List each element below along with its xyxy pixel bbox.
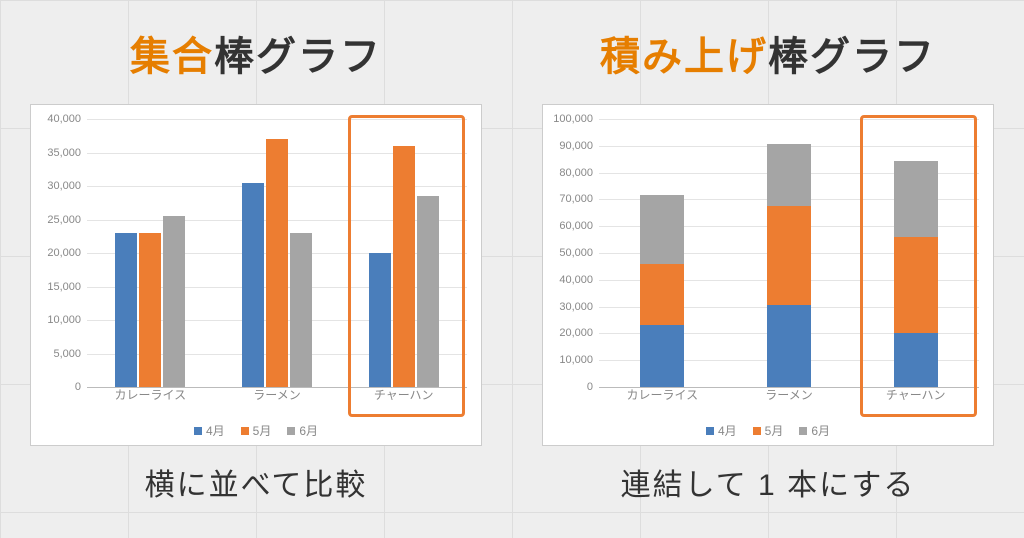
y-tick-label: 20,000 bbox=[543, 327, 593, 339]
clustered-bar-chart: 4月 5月 6月 0 5,000 10,000 15,000 20,000 25,000 3… bbox=[30, 104, 482, 446]
bar bbox=[115, 233, 137, 387]
left-title: 集合棒グラフ bbox=[130, 24, 382, 82]
right-title-plain: 棒グラフ bbox=[768, 35, 936, 79]
left-column: 集合棒グラフ 4月 5月 6月 0 5,000 10,000 15,000 20,000… bbox=[0, 0, 512, 504]
y-tick-label: 100,000 bbox=[543, 113, 593, 125]
legend-label-1: 4月 bbox=[718, 422, 737, 439]
bar bbox=[139, 233, 161, 387]
highlight-box bbox=[860, 115, 977, 417]
left-title-plain: 棒グラフ bbox=[214, 35, 382, 79]
bar-segment bbox=[767, 144, 811, 206]
legend-label-2: 5月 bbox=[253, 422, 272, 439]
left-caption: 横に並べて比較 bbox=[145, 460, 368, 504]
bar bbox=[290, 233, 312, 387]
bar-segment bbox=[640, 325, 684, 387]
legend-label-3: 6月 bbox=[811, 422, 830, 439]
bar bbox=[242, 183, 264, 387]
y-tick-label: 0 bbox=[543, 381, 593, 393]
bar-segment bbox=[640, 195, 684, 263]
right-title-accent: 積み上げ bbox=[600, 35, 768, 79]
legend-item-1: 4月 bbox=[706, 422, 737, 439]
y-tick-label: 50,000 bbox=[543, 247, 593, 259]
legend: 4月 5月 6月 bbox=[543, 422, 993, 439]
stacked-bar-chart: 4月 5月 6月 0 10,000 20,000 30,000 40,000 50,000… bbox=[542, 104, 994, 446]
y-tick-label: 70,000 bbox=[543, 193, 593, 205]
y-tick-label: 60,000 bbox=[543, 220, 593, 232]
y-tick-label: 15,000 bbox=[31, 281, 81, 293]
legend-swatch-1 bbox=[194, 427, 202, 435]
legend-label-1: 4月 bbox=[206, 422, 225, 439]
legend-item-3: 6月 bbox=[799, 422, 830, 439]
y-tick-label: 30,000 bbox=[31, 180, 81, 192]
legend-swatch-3 bbox=[799, 427, 807, 435]
y-tick-label: 40,000 bbox=[543, 274, 593, 286]
bar bbox=[266, 139, 288, 387]
legend-label-2: 5月 bbox=[765, 422, 784, 439]
y-tick-label: 10,000 bbox=[31, 314, 81, 326]
bar bbox=[163, 216, 185, 387]
legend-swatch-3 bbox=[287, 427, 295, 435]
legend-swatch-1 bbox=[706, 427, 714, 435]
y-tick-label: 35,000 bbox=[31, 147, 81, 159]
y-tick-label: 20,000 bbox=[31, 247, 81, 259]
legend-swatch-2 bbox=[241, 427, 249, 435]
y-tick-label: 90,000 bbox=[543, 140, 593, 152]
legend-swatch-2 bbox=[753, 427, 761, 435]
y-tick-label: 40,000 bbox=[31, 113, 81, 125]
legend-item-3: 6月 bbox=[287, 422, 318, 439]
y-tick-label: 30,000 bbox=[543, 301, 593, 313]
right-column: 積み上げ棒グラフ 4月 5月 6月 0 10,000 20,000 30,000 40,… bbox=[512, 0, 1024, 504]
x-tick-label: カレーライス bbox=[627, 386, 699, 403]
y-tick-label: 25,000 bbox=[31, 214, 81, 226]
bar-segment bbox=[767, 206, 811, 305]
legend: 4月 5月 6月 bbox=[31, 422, 481, 439]
left-title-accent: 集合 bbox=[130, 35, 214, 79]
x-tick-label: ラーメン bbox=[253, 386, 301, 403]
bar-segment bbox=[640, 264, 684, 326]
legend-item-1: 4月 bbox=[194, 422, 225, 439]
x-tick-label: カレーライス bbox=[115, 386, 187, 403]
y-tick-label: 80,000 bbox=[543, 167, 593, 179]
y-tick-label: 0 bbox=[31, 381, 81, 393]
legend-label-3: 6月 bbox=[299, 422, 318, 439]
bar-segment bbox=[767, 305, 811, 387]
x-tick-label: ラーメン bbox=[765, 386, 813, 403]
right-title: 積み上げ棒グラフ bbox=[600, 24, 936, 82]
y-tick-label: 10,000 bbox=[543, 354, 593, 366]
legend-item-2: 5月 bbox=[753, 422, 784, 439]
y-tick-label: 5,000 bbox=[31, 348, 81, 360]
legend-item-2: 5月 bbox=[241, 422, 272, 439]
highlight-box bbox=[348, 115, 465, 417]
right-caption: 連結して 1 本にする bbox=[621, 460, 916, 504]
